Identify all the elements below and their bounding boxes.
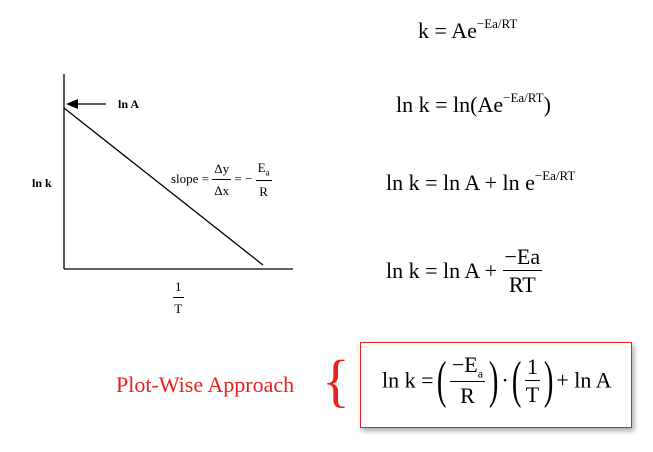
eq4-denominator: RT [508,272,536,297]
equation-arrhenius: k = Ae−Ea/RT [418,17,517,43]
slope-Ea-sub: a [265,167,270,178]
slope-dy: Δy [212,161,232,180]
final-right: + ln A [556,367,612,393]
slope-equals-minus: = − [234,170,253,186]
final-num2: 1 [525,353,541,381]
eq2-exponent: −Ea/RT [503,90,544,105]
eq2-left: ln k = ln(Ae [396,92,504,117]
slope-dx: Δx [214,182,230,198]
brace-icon: { [322,348,350,413]
final-left: ln k = [382,367,434,393]
equation-log-expanded: ln k = ln A + ln e−Ea/RT [386,169,575,195]
intercept-label: ln A [118,97,140,111]
eq4-numerator: −Ea [502,244,543,271]
slope-R: R [259,183,268,199]
equation-final: ln k = ( −Ea R ) · ( 1T ) + ln A [382,354,612,407]
eq3-exponent: −Ea/RT [534,168,576,183]
eq3-left: ln k = ln A + ln e [386,170,535,195]
final-dot: · [501,367,509,393]
x-label-numerator: 1 [173,279,184,298]
eq1-exponent: −Ea/RT [476,16,518,31]
right-paren-1: ) [488,351,498,409]
final-den2: T [525,381,540,407]
equation-log-both-sides: ln k = ln(Ae−Ea/RT) [396,91,551,117]
final-den1: R [460,383,475,409]
final-num1: −E [451,352,478,377]
left-paren-2: ( [512,351,522,409]
right-paren-2: ) [543,351,553,409]
eq2-close: ) [543,92,551,117]
slope-annotation: slope = Δy Δx = − Ea R [171,160,272,200]
final-num1-sub: a [477,366,484,381]
equation-linear-form: ln k = ln A + −Ea RT [386,244,543,297]
intercept-arrow-head [66,99,78,109]
x-axis-label: 1T [173,279,184,317]
eq1-left: k = Ae [418,18,477,43]
plot-wise-approach-label: Plot-Wise Approach [116,372,295,397]
eq4-left: ln k = ln A + [386,258,497,283]
x-label-denominator: T [174,301,183,316]
left-paren-1: ( [436,351,447,409]
y-axis-label: ln k [32,176,52,190]
slope-Ea: E [257,160,266,175]
slope-word: slope = [171,170,210,186]
